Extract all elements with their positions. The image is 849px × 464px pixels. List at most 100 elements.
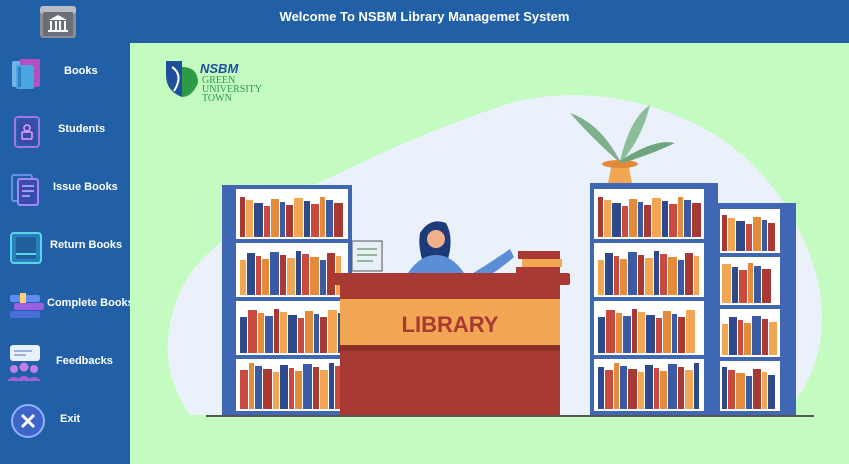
book-spine [326,200,333,237]
return-book-icon [10,232,42,264]
desk-sign: LIBRARY [402,312,499,337]
book-spine [739,270,747,303]
book-spine [289,368,294,409]
book-spine [334,203,343,237]
book-spine [752,316,761,355]
book-spine [678,317,685,353]
book-spine [623,316,631,353]
book-spine [328,310,337,353]
book-spine [264,206,270,237]
book-spine [258,313,264,353]
book-spine [694,256,699,295]
sidebar-item-feedbacks[interactable]: Feedbacks [0,337,130,389]
book-spine [598,197,603,237]
book-spine [622,206,628,237]
sidebar-item-label: Exit [60,413,81,425]
book-spine [295,371,302,409]
book-spine [638,312,645,353]
book-spine [638,202,643,237]
book-spine [668,364,677,409]
issue-books-icon [11,174,39,206]
book-spine [754,266,761,303]
book-spine [753,217,761,251]
book-spine [638,255,644,295]
book-spine [280,255,286,295]
book-spine [620,259,627,295]
book-spine [736,373,745,409]
book-spine [645,365,653,409]
book-spine [663,311,671,353]
sidebar-item-students[interactable]: Students [0,105,130,157]
book-spine [746,376,752,409]
book-spine [762,220,767,251]
book-spine [662,201,668,237]
book-spine [762,372,767,409]
book-spine [320,370,328,409]
stacked-books-icon [10,293,44,318]
book-spine [644,205,651,237]
book-spine [686,310,695,353]
book-spine [656,318,662,353]
book-spine [645,258,653,295]
book-spine [638,372,644,409]
sidebar-item-label: Issue Books [53,181,118,193]
book-spine [652,198,661,237]
book-spine [288,315,297,353]
main-panel: NSBM GREEN UNIVERSITY TOWN LIBRARY [130,43,849,464]
book-spine [280,312,287,353]
book-spine [287,258,295,295]
library-illustration: LIBRARY [167,95,822,417]
book-spine [311,204,319,237]
close-circle-icon [11,404,45,438]
sidebar-item-exit[interactable]: Exit [0,395,130,447]
book-spine [296,251,301,295]
book-spine [286,205,293,237]
book-spine [320,260,326,295]
book-spine [628,369,637,409]
book-spine [298,318,304,353]
book-spine [314,314,319,353]
book-spine [654,368,659,409]
book-spine [762,269,771,303]
book-spine [748,263,753,303]
window-title: Welcome To NSBM Library Managemet System [279,9,570,24]
book-spine [660,254,667,295]
feedback-users-icon [7,345,41,381]
book-spine [746,224,752,251]
book-spine [598,367,604,409]
book-spine [672,314,677,353]
book-spine [240,317,247,353]
book-spine [629,199,637,237]
book-spine [729,317,737,355]
book-spine [620,366,627,409]
book-spine [240,260,246,295]
sidebar-item-return-books[interactable]: Return Books [0,221,130,273]
sidebar-item-complete-books[interactable]: Complete Books [0,279,134,331]
book-spine [270,252,279,295]
book-spine [320,317,327,353]
book-spine [329,363,334,409]
book-spine [768,375,775,409]
book-spine [605,370,613,409]
sidebar-item-books[interactable]: Books [0,47,130,99]
book-spine [273,372,279,409]
books-icon [12,59,40,89]
book-spine [304,201,310,237]
book-spine [263,369,272,409]
book-spine [302,254,309,295]
book-spine [598,260,604,295]
book-spine [678,197,683,237]
book-spine [738,320,743,355]
book-spine [669,204,677,237]
sidebar-item-issue-books[interactable]: Issue Books [0,163,130,215]
sidebar-item-label: Students [58,123,106,135]
sidebar-item-label: Return Books [50,239,123,251]
book-spine [598,317,605,353]
book-spine [606,310,615,353]
sidebar-item-label: Books [64,65,98,77]
book-spine [728,370,735,409]
book-spine [256,256,261,295]
book-spine [605,253,613,295]
book-spine [769,322,777,355]
book-spine [684,200,691,237]
